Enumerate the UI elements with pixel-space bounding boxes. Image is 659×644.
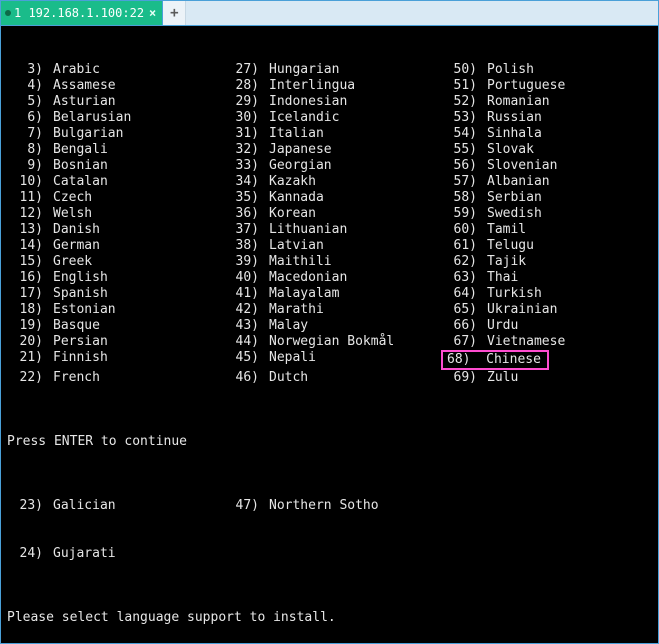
terminal-window: 1 192.168.1.100:22 × + 3)Arabic27)Hungar…: [0, 0, 659, 644]
language-row: 21)Finnish45)Nepali68) Chinese: [7, 350, 654, 370]
plus-icon: +: [170, 5, 178, 21]
language-row: 3)Arabic27)Hungarian50)Polish: [7, 62, 654, 78]
extra-lang-row-1: 23)Galician 47)Northern Sotho: [7, 498, 654, 514]
language-row: 19)Basque43)Malay66)Urdu: [7, 318, 654, 334]
tab-session-1[interactable]: 1 192.168.1.100:22 ×: [1, 1, 163, 25]
language-row: 11)Czech35)Kannada58)Serbian: [7, 190, 654, 206]
extra-lang-row-2: 24)Gujarati: [7, 546, 654, 562]
select-prompt-1: Please select language support to instal…: [7, 610, 654, 626]
language-row: 9)Bosnian33)Georgian56)Slovenian: [7, 158, 654, 174]
tab-bar: 1 192.168.1.100:22 × +: [1, 1, 658, 26]
terminal-output[interactable]: 3)Arabic27)Hungarian50)Polish4)Assamese2…: [1, 26, 658, 644]
press-enter-line: Press ENTER to continue: [7, 434, 654, 450]
language-row: 5)Asturian29)Indonesian52)Romanian: [7, 94, 654, 110]
language-row: 20)Persian44)Norwegian Bokmål67)Vietname…: [7, 334, 654, 350]
language-row: 14)German38)Latvian61)Telugu: [7, 238, 654, 254]
language-row: 10)Catalan34)Kazakh57)Albanian: [7, 174, 654, 190]
new-tab-button[interactable]: +: [163, 1, 186, 25]
language-row: 4)Assamese28)Interlingua51)Portuguese: [7, 78, 654, 94]
tab-label: 1 192.168.1.100:22: [14, 6, 144, 20]
highlight-box-chinese: 68) Chinese: [441, 350, 549, 370]
language-row: 6)Belarusian30)Icelandic53)Russian: [7, 110, 654, 126]
language-row: 18)Estonian42)Marathi65)Ukrainian: [7, 302, 654, 318]
language-list: 3)Arabic27)Hungarian50)Polish4)Assamese2…: [7, 62, 654, 386]
language-row: 22)French46)Dutch69)Zulu: [7, 370, 654, 386]
language-row: 13)Danish37)Lithuanian60)Tamil: [7, 222, 654, 238]
language-row: 15)Greek39)Maithili62)Tajik: [7, 254, 654, 270]
language-row: 17)Spanish41)Malayalam64)Turkish: [7, 286, 654, 302]
language-row: 12)Welsh36)Korean59)Swedish: [7, 206, 654, 222]
language-row: 8)Bengali32)Japanese55)Slovak: [7, 142, 654, 158]
language-row: 7)Bulgarian31)Italian54)Sinhala: [7, 126, 654, 142]
status-led-icon: [5, 10, 11, 16]
language-row: 16)English40)Macedonian63)Thai: [7, 270, 654, 286]
close-icon[interactable]: ×: [149, 6, 156, 20]
